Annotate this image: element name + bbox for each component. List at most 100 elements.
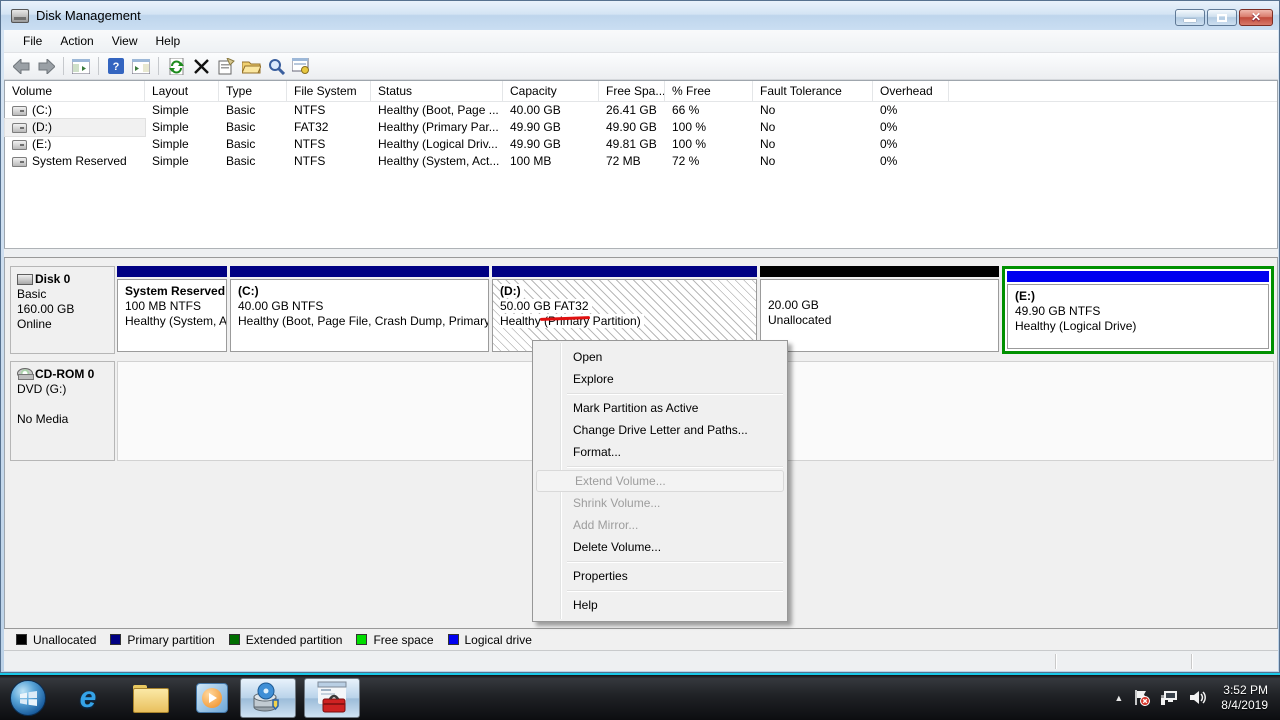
table-cell: 0% xyxy=(873,136,949,153)
titlebar[interactable]: Disk Management ✕ xyxy=(1,1,1279,30)
table-cell: 72 % xyxy=(665,153,753,170)
unallocated-bar xyxy=(760,266,999,277)
col-file-system[interactable]: File System xyxy=(287,81,371,102)
primary-partition-swatch xyxy=(110,634,121,645)
table-cell: NTFS xyxy=(287,153,371,170)
window-title: Disk Management xyxy=(36,8,141,23)
clock-time: 3:52 PM xyxy=(1221,683,1268,698)
menu-item-help[interactable]: Help xyxy=(535,594,785,616)
disk-management-app-icon xyxy=(11,9,29,23)
search-icon[interactable] xyxy=(265,55,287,77)
show-console-tree-icon[interactable] xyxy=(70,55,92,77)
table-cell: Healthy (Boot, Page ... xyxy=(371,102,503,119)
menu-separator xyxy=(567,561,783,562)
internet-explorer-icon[interactable]: e xyxy=(68,678,108,718)
open-folder-icon[interactable] xyxy=(240,55,262,77)
col-overhead[interactable]: Overhead xyxy=(873,81,949,102)
col-type[interactable]: Type xyxy=(219,81,287,102)
forward-icon[interactable] xyxy=(35,55,57,77)
windows-explorer-icon[interactable] xyxy=(130,678,170,718)
menu-separator xyxy=(567,590,783,591)
partition-size: 49.90 GB NTFS xyxy=(1015,304,1268,319)
extended-partition-swatch xyxy=(229,634,240,645)
back-icon[interactable] xyxy=(10,55,32,77)
delete-icon[interactable] xyxy=(190,55,212,77)
table-cell: 100 MB xyxy=(503,153,599,170)
table-cell: 49.90 GB xyxy=(503,136,599,153)
action-center-flag-icon[interactable] xyxy=(1133,689,1150,706)
volume-row-d[interactable]: (D:) Simple Basic FAT32 Healthy (Primary… xyxy=(5,119,1277,136)
menu-file[interactable]: File xyxy=(14,31,51,52)
table-cell: Simple xyxy=(145,153,219,170)
taskbar-button-toolbox[interactable] xyxy=(304,678,360,718)
taskbar-clock[interactable]: 3:52 PM 8/4/2019 xyxy=(1221,683,1274,713)
minimize-button[interactable] xyxy=(1175,9,1205,26)
volume-row-c[interactable]: (C:) Simple Basic NTFS Healthy (Boot, Pa… xyxy=(5,102,1277,119)
properties-icon[interactable] xyxy=(215,55,237,77)
menu-item-shrink-volume[interactable]: Shrink Volume... xyxy=(535,492,785,514)
col-layout[interactable]: Layout xyxy=(145,81,219,102)
maximize-button[interactable] xyxy=(1207,9,1237,26)
table-cell: 72 MB xyxy=(599,153,665,170)
volume-row-e[interactable]: (E:) Simple Basic NTFS Healthy (Logical … xyxy=(5,136,1277,153)
table-cell: Basic xyxy=(219,153,287,170)
network-icon[interactable] xyxy=(1160,689,1179,706)
taskbar-button-disk-management[interactable] xyxy=(240,678,296,718)
toolbar: ? xyxy=(4,53,1278,80)
menu-item-open[interactable]: Open xyxy=(535,346,785,368)
col-volume[interactable]: Volume xyxy=(5,81,145,102)
disk-settings-icon[interactable] xyxy=(290,55,312,77)
disk0-size: 160.00 GB xyxy=(17,302,112,317)
disk0-header[interactable]: Disk 0 Basic 160.00 GB Online xyxy=(10,266,115,354)
table-cell: Simple xyxy=(145,136,219,153)
menu-item-delete-volume[interactable]: Delete Volume... xyxy=(535,536,785,558)
menu-item-properties[interactable]: Properties xyxy=(535,565,785,587)
menu-action[interactable]: Action xyxy=(51,31,102,52)
volume-list: Volume Layout Type File System Status Ca… xyxy=(4,80,1278,248)
partition-status: Healthy (System, A xyxy=(125,314,226,329)
menu-item-change-drive-letter[interactable]: Change Drive Letter and Paths... xyxy=(535,419,785,441)
partition-unallocated[interactable]: 20.00 GB Unallocated xyxy=(760,266,999,354)
table-cell: 49.90 GB xyxy=(503,119,599,136)
col-capacity[interactable]: Capacity xyxy=(503,81,599,102)
menu-help[interactable]: Help xyxy=(147,31,190,52)
menu-item-mark-partition-active[interactable]: Mark Partition as Active xyxy=(535,397,785,419)
volume-row-system-reserved[interactable]: System Reserved Simple Basic NTFS Health… xyxy=(5,153,1277,170)
cdrom-header[interactable]: CD-ROM 0 DVD (G:) No Media xyxy=(10,361,115,461)
show-action-pane-icon[interactable] xyxy=(130,55,152,77)
start-button[interactable] xyxy=(10,680,46,716)
col-status[interactable]: Status xyxy=(371,81,503,102)
close-button[interactable]: ✕ xyxy=(1239,9,1273,26)
partition-status: Healthy (Logical Drive) xyxy=(1015,319,1268,334)
pane-splitter[interactable] xyxy=(4,248,1278,258)
volume-icon[interactable] xyxy=(1189,689,1207,706)
table-cell: 49.81 GB xyxy=(599,136,665,153)
primary-partition-bar xyxy=(492,266,757,277)
menu-item-format[interactable]: Format... xyxy=(535,441,785,463)
col-fault-tolerance[interactable]: Fault Tolerance xyxy=(753,81,873,102)
col-pct-free[interactable]: % Free xyxy=(665,81,753,102)
menu-view[interactable]: View xyxy=(103,31,147,52)
cdrom-drive-letter: DVD (G:) xyxy=(17,382,112,397)
menu-item-explore[interactable]: Explore xyxy=(535,368,785,390)
table-cell: 49.90 GB xyxy=(599,119,665,136)
media-player-icon[interactable] xyxy=(192,678,232,718)
partition-e-logical[interactable]: (E:) 49.90 GB NTFS Healthy (Logical Driv… xyxy=(1002,266,1274,354)
table-cell: (C:) xyxy=(5,102,145,119)
menu-item-extend-volume[interactable]: Extend Volume... xyxy=(536,470,784,492)
logical-drive-swatch xyxy=(448,634,459,645)
col-free-space[interactable]: Free Spa... xyxy=(599,81,665,102)
refresh-icon[interactable] xyxy=(165,55,187,77)
partition-size: 40.00 GB NTFS xyxy=(238,299,488,314)
table-cell: Simple xyxy=(145,102,219,119)
table-cell: (D:) xyxy=(5,119,145,136)
partition-size: 100 MB NTFS xyxy=(125,299,226,314)
table-cell: 0% xyxy=(873,153,949,170)
menu-item-add-mirror[interactable]: Add Mirror... xyxy=(535,514,785,536)
help-icon[interactable]: ? xyxy=(105,55,127,77)
partition-system-reserved[interactable]: System Reserved 100 MB NTFS Healthy (Sys… xyxy=(117,266,227,354)
show-hidden-icons-icon[interactable]: ▲ xyxy=(1114,693,1123,703)
primary-partition-bar xyxy=(117,266,227,277)
partition-size: 20.00 GB xyxy=(768,298,998,313)
partition-c[interactable]: (C:) 40.00 GB NTFS Healthy (Boot, Page F… xyxy=(230,266,489,354)
